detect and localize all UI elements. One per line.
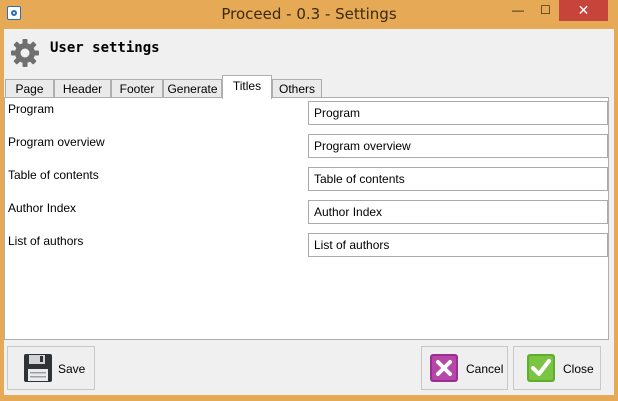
button-bar: Save Cancel Close <box>4 340 614 395</box>
settings-window: Proceed - 0.3 - Settings — ☐ ✕ User sett… <box>0 0 618 401</box>
checkmark-icon <box>527 354 555 382</box>
program-overview-title-input[interactable]: Program overview <box>308 134 608 158</box>
tab-header[interactable]: Header <box>54 79 111 98</box>
cancel-x-icon <box>430 354 458 382</box>
field-label-program-overview: Program overview <box>8 135 105 149</box>
tab-footer[interactable]: Footer <box>111 79 163 98</box>
save-button-label: Save <box>58 362 86 376</box>
field-label-table-of-contents: Table of contents <box>8 168 99 182</box>
table-of-contents-title-input[interactable]: Table of contents <box>308 167 608 191</box>
page-title: User settings <box>50 40 160 56</box>
tab-generate[interactable]: Generate <box>163 79 222 98</box>
field-label-program: Program <box>8 102 55 116</box>
close-button-label: Close <box>563 362 594 376</box>
floppy-disk-icon <box>24 354 52 382</box>
tab-page[interactable]: Page <box>5 79 54 98</box>
settings-header: User settings <box>4 29 614 73</box>
list-of-authors-title-input[interactable]: List of authors <box>308 233 608 257</box>
tab-bar: Page Header Footer Generate Titles Other… <box>4 75 614 99</box>
gear-icon <box>11 39 39 67</box>
window-close-button[interactable]: ✕ <box>559 0 608 21</box>
save-button[interactable]: Save <box>7 346 95 390</box>
author-index-title-input[interactable]: Author Index <box>308 200 608 224</box>
close-button[interactable]: Close <box>513 346 601 390</box>
field-label-author-index: Author Index <box>8 201 77 215</box>
minimize-button[interactable]: — <box>504 0 532 21</box>
field-label-list-of-authors: List of authors <box>8 234 84 248</box>
program-title-input[interactable]: Program <box>308 101 608 125</box>
cancel-button[interactable]: Cancel <box>421 346 508 390</box>
tab-titles[interactable]: Titles <box>222 75 272 99</box>
tab-others[interactable]: Others <box>272 79 322 98</box>
titles-panel: Program Program Program overview Program… <box>4 97 609 340</box>
client-area: User settings Page Header Footer Generat… <box>4 29 614 395</box>
maximize-button[interactable]: ☐ <box>532 0 559 21</box>
cancel-button-label: Cancel <box>466 362 504 376</box>
title-bar[interactable]: Proceed - 0.3 - Settings — ☐ ✕ <box>0 0 618 29</box>
